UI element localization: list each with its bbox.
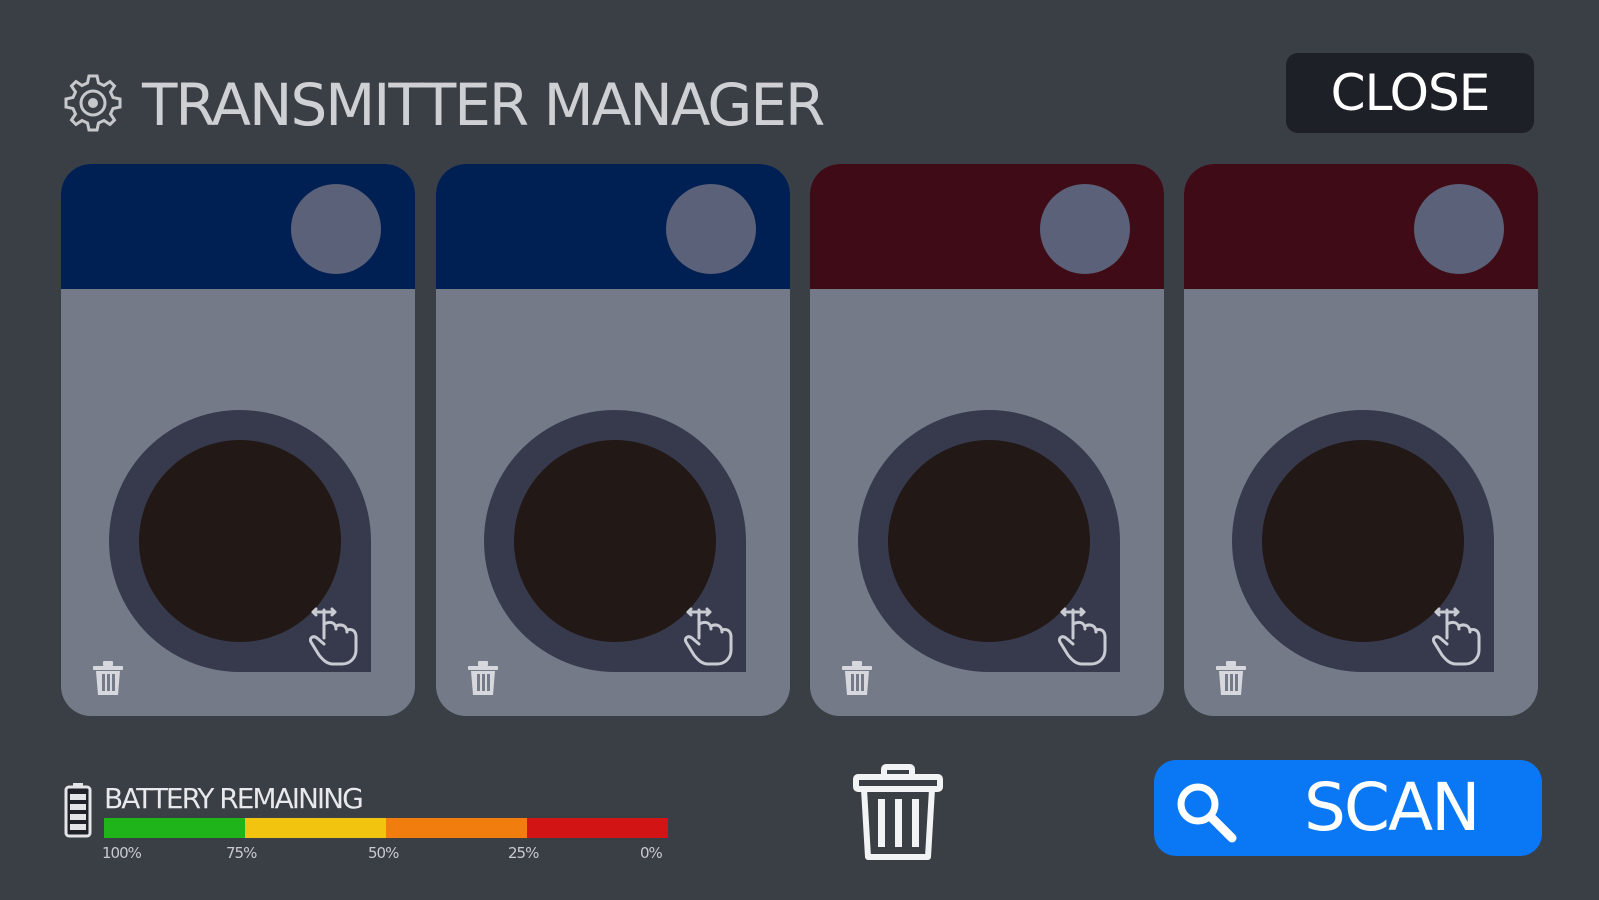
status-indicator [1414, 184, 1504, 274]
trash-icon[interactable] [840, 659, 874, 697]
transmitter-dial[interactable] [484, 410, 746, 672]
close-button[interactable]: CLOSE [1286, 53, 1534, 133]
battery-segment-low [386, 818, 527, 838]
search-icon [1177, 783, 1237, 843]
gear-icon [64, 74, 122, 132]
trash-icon[interactable] [466, 659, 500, 697]
trash-icon[interactable] [852, 763, 944, 863]
scan-button[interactable]: SCAN [1154, 760, 1542, 856]
transmitter-dial[interactable] [858, 410, 1120, 672]
transmitter-card-1[interactable] [61, 164, 415, 716]
battery-icon [64, 783, 92, 838]
battery-tick-0: 0% [640, 844, 663, 862]
page-title: TRANSMITTER MANAGER [142, 71, 825, 139]
trash-icon[interactable] [1214, 659, 1248, 697]
status-indicator [666, 184, 756, 274]
battery-segment-medium [245, 818, 386, 838]
scan-button-label: SCAN [1304, 769, 1480, 846]
status-indicator [1040, 184, 1130, 274]
battery-segment-critical [527, 818, 668, 838]
status-indicator [291, 184, 381, 274]
transmitter-card-2[interactable] [436, 164, 790, 716]
transmitter-dial[interactable] [1232, 410, 1494, 672]
trash-icon[interactable] [91, 659, 125, 697]
transmitter-dial[interactable] [109, 410, 371, 672]
battery-segment-high [104, 818, 245, 838]
battery-legend-label: BATTERY REMAINING [104, 782, 364, 815]
battery-tick-100: 100% [102, 844, 142, 862]
transmitter-card-3[interactable] [810, 164, 1164, 716]
battery-tick-50: 50% [368, 844, 399, 862]
battery-tick-75: 75% [226, 844, 257, 862]
battery-tick-25: 25% [508, 844, 539, 862]
battery-scale [104, 818, 668, 838]
transmitter-card-4[interactable] [1184, 164, 1538, 716]
